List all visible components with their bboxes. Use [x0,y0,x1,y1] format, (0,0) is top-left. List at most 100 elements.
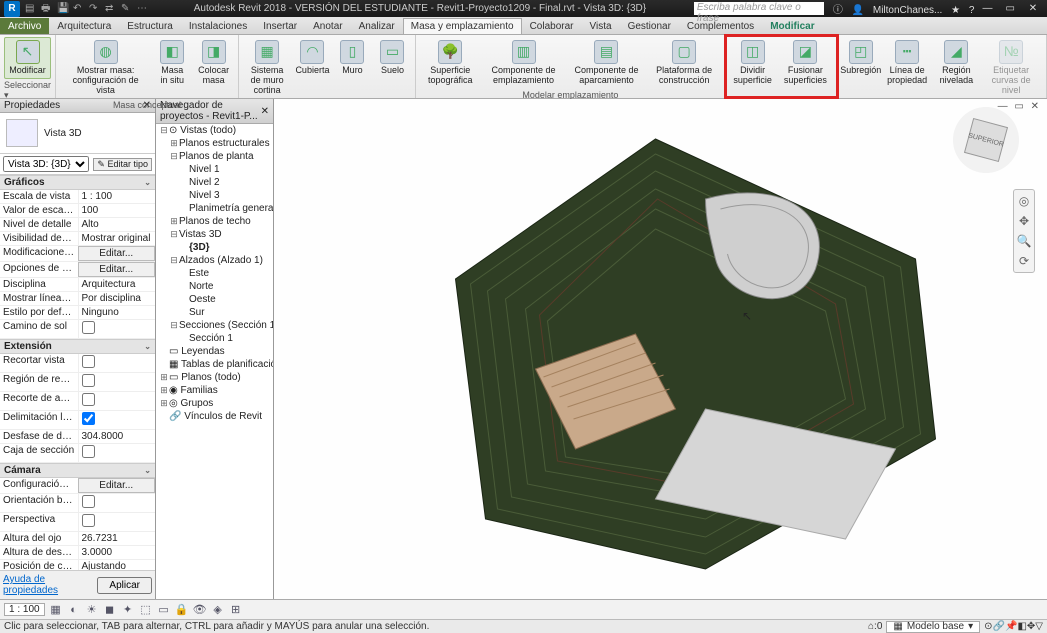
view-max-icon[interactable]: ▭ [1014,101,1023,112]
node-vistas3d[interactable]: ⊟Vistas 3D [168,229,223,240]
prop-row[interactable]: Escala de vista1 : 100 [0,190,155,204]
node-planos-planta[interactable]: ⊟Planos de planta [168,151,255,162]
prop-row[interactable]: Recorte de anotación [0,392,155,411]
apply-button[interactable]: Aplicar [97,577,152,594]
wall-button[interactable]: ▯Muro [333,37,371,79]
filter-icon[interactable]: ▽ [1035,621,1043,632]
design-options-icon[interactable]: ⊙ [984,621,992,632]
temp-hide-icon[interactable]: 👁 [193,603,207,617]
tab-complementos[interactable]: Complementos [679,18,762,34]
node-nivel3[interactable]: Nivel 3 [178,190,221,201]
properties-grid[interactable]: GráficosEscala de vista1 : 100Valor de e… [0,175,155,570]
node-alzados[interactable]: ⊟Alzados (Alzado 1) [168,255,264,266]
tab-instalaciones[interactable]: Instalaciones [181,18,255,34]
tab-file[interactable]: Archivo [0,18,49,34]
toposurface-button[interactable]: 🌳Superficie topográfica [420,37,480,89]
split-surface-button[interactable]: ◫Dividir superficie [729,37,776,89]
place-mass-button[interactable]: ◨Colocar masa [193,37,234,89]
maximize-button[interactable]: ▭ [1000,3,1020,14]
node-leyendas[interactable]: ▭ Leyendas [158,346,226,357]
prop-row[interactable]: Mostrar líneas ocultasPor disciplina [0,292,155,306]
prop-row[interactable]: Delimitación lejana ac... [0,411,155,430]
pan-icon[interactable]: ✥ [1019,214,1029,228]
node-nivel2[interactable]: Nivel 2 [178,177,221,188]
tab-insertar[interactable]: Insertar [255,18,305,34]
prop-row[interactable]: Visibilidad de piezasMostrar original [0,232,155,246]
node-norte[interactable]: Norte [178,281,214,292]
edit-type-button[interactable]: ✎ Editar tipo [93,158,152,171]
tab-estructura[interactable]: Estructura [119,18,181,34]
prop-row[interactable]: Altura del ojo26.7231 [0,532,155,546]
view-scale[interactable]: 1 : 100 [4,603,45,616]
prop-row[interactable]: Perspectiva [0,513,155,532]
floor-button[interactable]: ▭Suelo [373,37,411,79]
instance-selector[interactable]: Vista 3D: {3D} [3,156,89,172]
close-icon[interactable]: ✕ [261,106,269,117]
orbit-icon[interactable]: ⟳ [1019,254,1029,268]
view-cube[interactable]: SUPERIOR [953,107,1019,173]
shadows-icon[interactable]: ◼ [103,603,117,617]
prop-row[interactable]: Estilo por defecto de v...Ninguno [0,306,155,320]
tab-arquitectura[interactable]: Arquitectura [49,18,119,34]
node-nivel1[interactable]: Nivel 1 [178,164,221,175]
navigation-bar[interactable]: ◎ ✥ 🔍 ⟳ [1013,189,1035,273]
tab-masa-emplazamiento[interactable]: Masa y emplazamiento [403,18,522,34]
analytical-icon[interactable]: ⊞ [229,603,243,617]
merge-surfaces-button[interactable]: ◪Fusionar superficies [778,37,833,89]
node-familias[interactable]: ⊞◉ Familias [158,385,219,396]
render-icon[interactable]: ✦ [121,603,135,617]
user-name[interactable]: MiltonChanes... [873,5,942,16]
prop-row[interactable]: Camino de sol [0,320,155,339]
select-face-icon[interactable]: ◧ [1017,621,1026,632]
zoom-icon[interactable]: 🔍 [1017,234,1032,248]
node-vinculos[interactable]: 🔗 Vínculos de Revit [158,411,263,422]
parking-component-button[interactable]: ▤Componente de aparcamiento [567,37,646,89]
graded-region-button[interactable]: ◢Región nivelada [934,37,978,89]
prop-row[interactable]: Altura de destino3.0000 [0,546,155,560]
modify-button[interactable]: ↖Modificar [4,37,51,79]
prop-row[interactable]: Región de recorte visi... [0,373,155,392]
prop-row[interactable]: Recortar vista [0,354,155,373]
prop-row[interactable]: Orientación bloqueada [0,494,155,513]
node-planos-todo[interactable]: ⊞▭ Planos (todo) [158,372,242,383]
view-close-icon[interactable]: ✕ [1031,101,1039,112]
in-place-mass-button[interactable]: ◧Masa in situ [153,37,191,89]
property-line-button[interactable]: ┅Línea de propiedad [882,37,933,89]
building-pad-button[interactable]: ▢Plataforma de construcción [648,37,720,89]
node-3d[interactable]: {3D} [178,242,211,253]
reveal-icon[interactable]: ◈ [211,603,225,617]
tab-analizar[interactable]: Analizar [351,18,403,34]
prop-row[interactable]: Desfase de delimitaci...304.8000 [0,430,155,444]
label-contours-button[interactable]: №Etiquetar curvas de nivel [980,37,1042,99]
prop-row[interactable]: Posición de cámaraAjustando [0,560,155,570]
roof-button[interactable]: ◠Cubierta [293,37,331,79]
prop-row[interactable]: Modificaciones de visi...Editar... [0,246,155,262]
prop-row[interactable]: Caja de sección [0,444,155,463]
tab-gestionar[interactable]: Gestionar [620,18,679,34]
crop-region-icon[interactable]: ▭ [157,603,171,617]
node-planimetria[interactable]: Planimetría general [178,203,274,214]
subregion-button[interactable]: ◰Subregión [842,37,880,79]
prop-row[interactable]: Configuración de ren...Editar... [0,478,155,494]
tab-vista[interactable]: Vista [582,18,620,34]
show-mass-button[interactable]: ◍Mostrar masa: configuración de vista [60,37,151,99]
tab-modificar[interactable]: Modificar [762,18,822,34]
tab-anotar[interactable]: Anotar [305,18,350,34]
detail-level-icon[interactable]: ▦ [49,603,63,617]
steering-wheel-icon[interactable]: ◎ [1019,194,1029,208]
visual-style-icon[interactable]: ◐ [67,603,81,617]
node-este[interactable]: Este [178,268,210,279]
worksets-dropdown[interactable]: ▦Modelo base▾ [886,621,980,633]
info-icon[interactable]: ⓘ [833,5,843,16]
node-planos-estructurales[interactable]: ⊞Planos estructurales [168,138,271,149]
select-pinned-icon[interactable]: 📌 [1005,621,1017,632]
browser-root[interactable]: ⊟⊙ Vistas (todo) [158,125,237,136]
crop-icon[interactable]: ⬚ [139,603,153,617]
prop-row[interactable]: Nivel de detalleAlto [0,218,155,232]
properties-help-link[interactable]: Ayuda de propiedades [3,574,97,596]
signin-icon[interactable]: 👤 [852,5,864,16]
help-icon[interactable]: ? [969,5,975,16]
node-grupos[interactable]: ⊞◎ Grupos [158,398,214,409]
view-canvas[interactable]: — ▭ ✕ SUPERIOR ◎ ✥ 🔍 ⟳ ↖ [274,99,1047,599]
tab-colaborar[interactable]: Colaborar [522,18,582,34]
